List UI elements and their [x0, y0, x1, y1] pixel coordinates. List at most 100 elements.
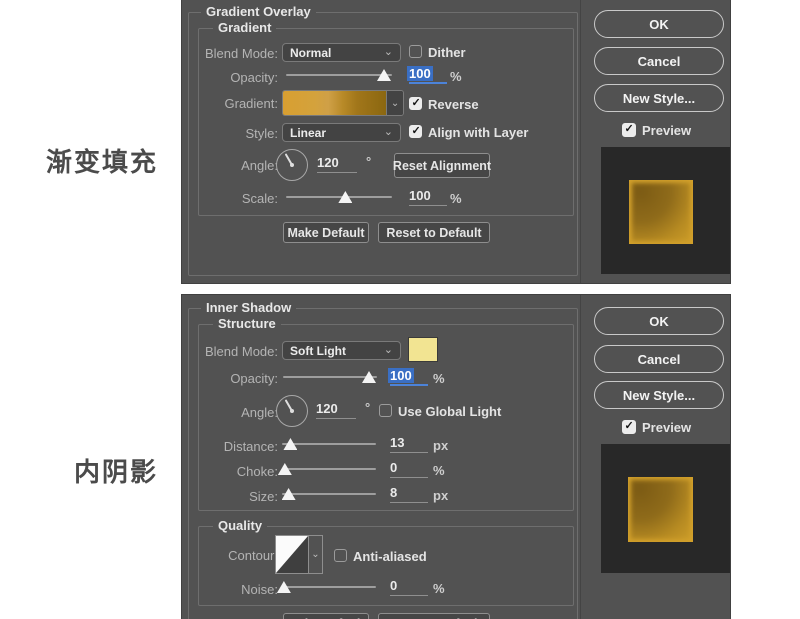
preview-label[interactable]: Preview — [642, 123, 691, 138]
screenshot-canvas: 渐变填充 内阴影 Gradient Overlay Gradient Blend… — [0, 0, 800, 619]
opacity-unit: % — [450, 69, 462, 84]
slider-track[interactable] — [286, 74, 392, 76]
dither-checkbox[interactable] — [409, 45, 422, 58]
anti-aliased-label[interactable]: Anti-aliased — [353, 549, 427, 564]
contour-picker[interactable]: ⌄ — [275, 535, 323, 574]
chevron-down-icon: ⌄ — [384, 345, 393, 356]
size-value: 8 — [390, 485, 397, 500]
cancel-button[interactable]: Cancel — [594, 47, 724, 75]
anti-aliased-checkbox[interactable] — [334, 549, 347, 562]
blend-mode-label: Blend Mode: — [182, 46, 278, 61]
use-global-light-label[interactable]: Use Global Light — [398, 404, 501, 419]
style-select[interactable]: Linear ⌄ — [282, 123, 401, 142]
opacity-value: 100 — [388, 368, 414, 383]
distance-value: 13 — [390, 435, 404, 450]
inner-shadow-dialog: Inner Shadow Structure Blend Mode: Soft … — [181, 294, 731, 619]
angle-value: 120 — [316, 401, 338, 416]
blend-mode-select[interactable]: Normal ⌄ — [282, 43, 401, 62]
quality-group-title: Quality — [213, 519, 267, 533]
slider-track[interactable] — [282, 586, 376, 588]
choke-unit: % — [433, 463, 445, 478]
column-divider — [580, 295, 581, 619]
preview-checkbox[interactable] — [622, 123, 636, 137]
preview-label[interactable]: Preview — [642, 420, 691, 435]
shadow-color-swatch[interactable] — [408, 337, 438, 362]
slider-track[interactable] — [282, 493, 376, 495]
angle-unit: ° — [366, 154, 371, 169]
distance-unit: px — [433, 438, 448, 453]
reset-alignment-button[interactable]: Reset Alignment — [394, 153, 490, 178]
scale-label: Scale: — [182, 191, 278, 206]
scale-unit: % — [450, 191, 462, 206]
make-default-button[interactable]: Make Default — [283, 222, 369, 243]
align-with-layer-label[interactable]: Align with Layer — [428, 125, 528, 140]
dither-label[interactable]: Dither — [428, 45, 466, 60]
angle-dial[interactable] — [276, 395, 308, 427]
preview-gold-square — [628, 477, 693, 542]
noise-slider[interactable] — [282, 580, 376, 594]
choke-label: Choke: — [182, 464, 278, 479]
new-style-button[interactable]: New Style... — [594, 381, 724, 409]
angle-dial[interactable] — [276, 149, 308, 181]
distance-label: Distance: — [182, 439, 278, 454]
blend-mode-select[interactable]: Soft Light ⌄ — [282, 341, 401, 360]
preview-thumbnail — [601, 444, 731, 573]
annotation-inner-shadow: 内阴影 — [74, 452, 158, 489]
opacity-value-field[interactable]: 100 — [409, 66, 447, 84]
reverse-checkbox[interactable] — [409, 97, 422, 110]
angle-value-field[interactable]: 120 — [317, 155, 357, 173]
size-unit: px — [433, 488, 448, 503]
column-divider — [580, 0, 581, 283]
structure-group-title: Structure — [213, 317, 281, 331]
reset-to-default-button[interactable]: Reset to Default — [378, 222, 490, 243]
opacity-slider[interactable] — [283, 370, 377, 384]
size-slider[interactable] — [282, 487, 376, 501]
preview-thumbnail — [601, 147, 731, 274]
scale-value-field[interactable]: 100 — [409, 188, 447, 206]
new-style-button[interactable]: New Style... — [594, 84, 724, 112]
preview-checkbox[interactable] — [622, 420, 636, 434]
opacity-label: Opacity: — [182, 70, 278, 85]
ok-button[interactable]: OK — [594, 10, 724, 38]
gradient-swatch-picker[interactable]: ⌄ — [282, 90, 404, 116]
choke-value: 0 — [390, 460, 397, 475]
opacity-value-field[interactable]: 100 — [390, 368, 428, 386]
opacity-slider[interactable] — [286, 68, 392, 82]
slider-track[interactable] — [282, 443, 376, 445]
angle-value-field[interactable]: 120 — [316, 401, 356, 419]
use-global-light-checkbox[interactable] — [379, 404, 392, 417]
annotation-gradient-fill: 渐变填充 — [46, 142, 158, 179]
size-value-field[interactable]: 8 — [390, 485, 428, 503]
gradient-field-label: Gradient: — [182, 96, 278, 111]
reverse-label[interactable]: Reverse — [428, 97, 479, 112]
make-default-button[interactable]: Make Default — [283, 613, 369, 619]
cancel-button[interactable]: Cancel — [594, 345, 724, 373]
slider-track[interactable] — [283, 376, 377, 378]
angle-needle-icon — [285, 153, 293, 165]
distance-value-field[interactable]: 13 — [390, 435, 428, 453]
ok-button[interactable]: OK — [594, 307, 724, 335]
contour-thumbnail[interactable] — [275, 535, 309, 574]
gradient-swatch[interactable] — [283, 91, 386, 115]
opacity-value: 100 — [407, 66, 433, 81]
noise-label: Noise: — [182, 582, 278, 597]
angle-label: Angle: — [182, 158, 278, 173]
distance-slider[interactable] — [282, 437, 376, 451]
scale-slider[interactable] — [286, 190, 392, 204]
chevron-down-icon: ⌄ — [384, 127, 393, 138]
chevron-down-icon[interactable]: ⌄ — [309, 535, 323, 574]
blend-mode-value: Normal — [290, 46, 331, 60]
opacity-label: Opacity: — [182, 371, 278, 386]
noise-value-field[interactable]: 0 — [390, 578, 428, 596]
angle-needle-icon — [285, 399, 293, 411]
chevron-down-icon[interactable]: ⌄ — [386, 91, 403, 115]
noise-value: 0 — [390, 578, 397, 593]
slider-track[interactable] — [282, 468, 376, 470]
style-label: Style: — [182, 126, 278, 141]
blend-mode-label: Blend Mode: — [182, 344, 278, 359]
align-with-layer-checkbox[interactable] — [409, 125, 422, 138]
reset-to-default-button[interactable]: Reset to Default — [378, 613, 490, 619]
choke-value-field[interactable]: 0 — [390, 460, 428, 478]
slider-track[interactable] — [286, 196, 392, 198]
choke-slider[interactable] — [282, 462, 376, 476]
